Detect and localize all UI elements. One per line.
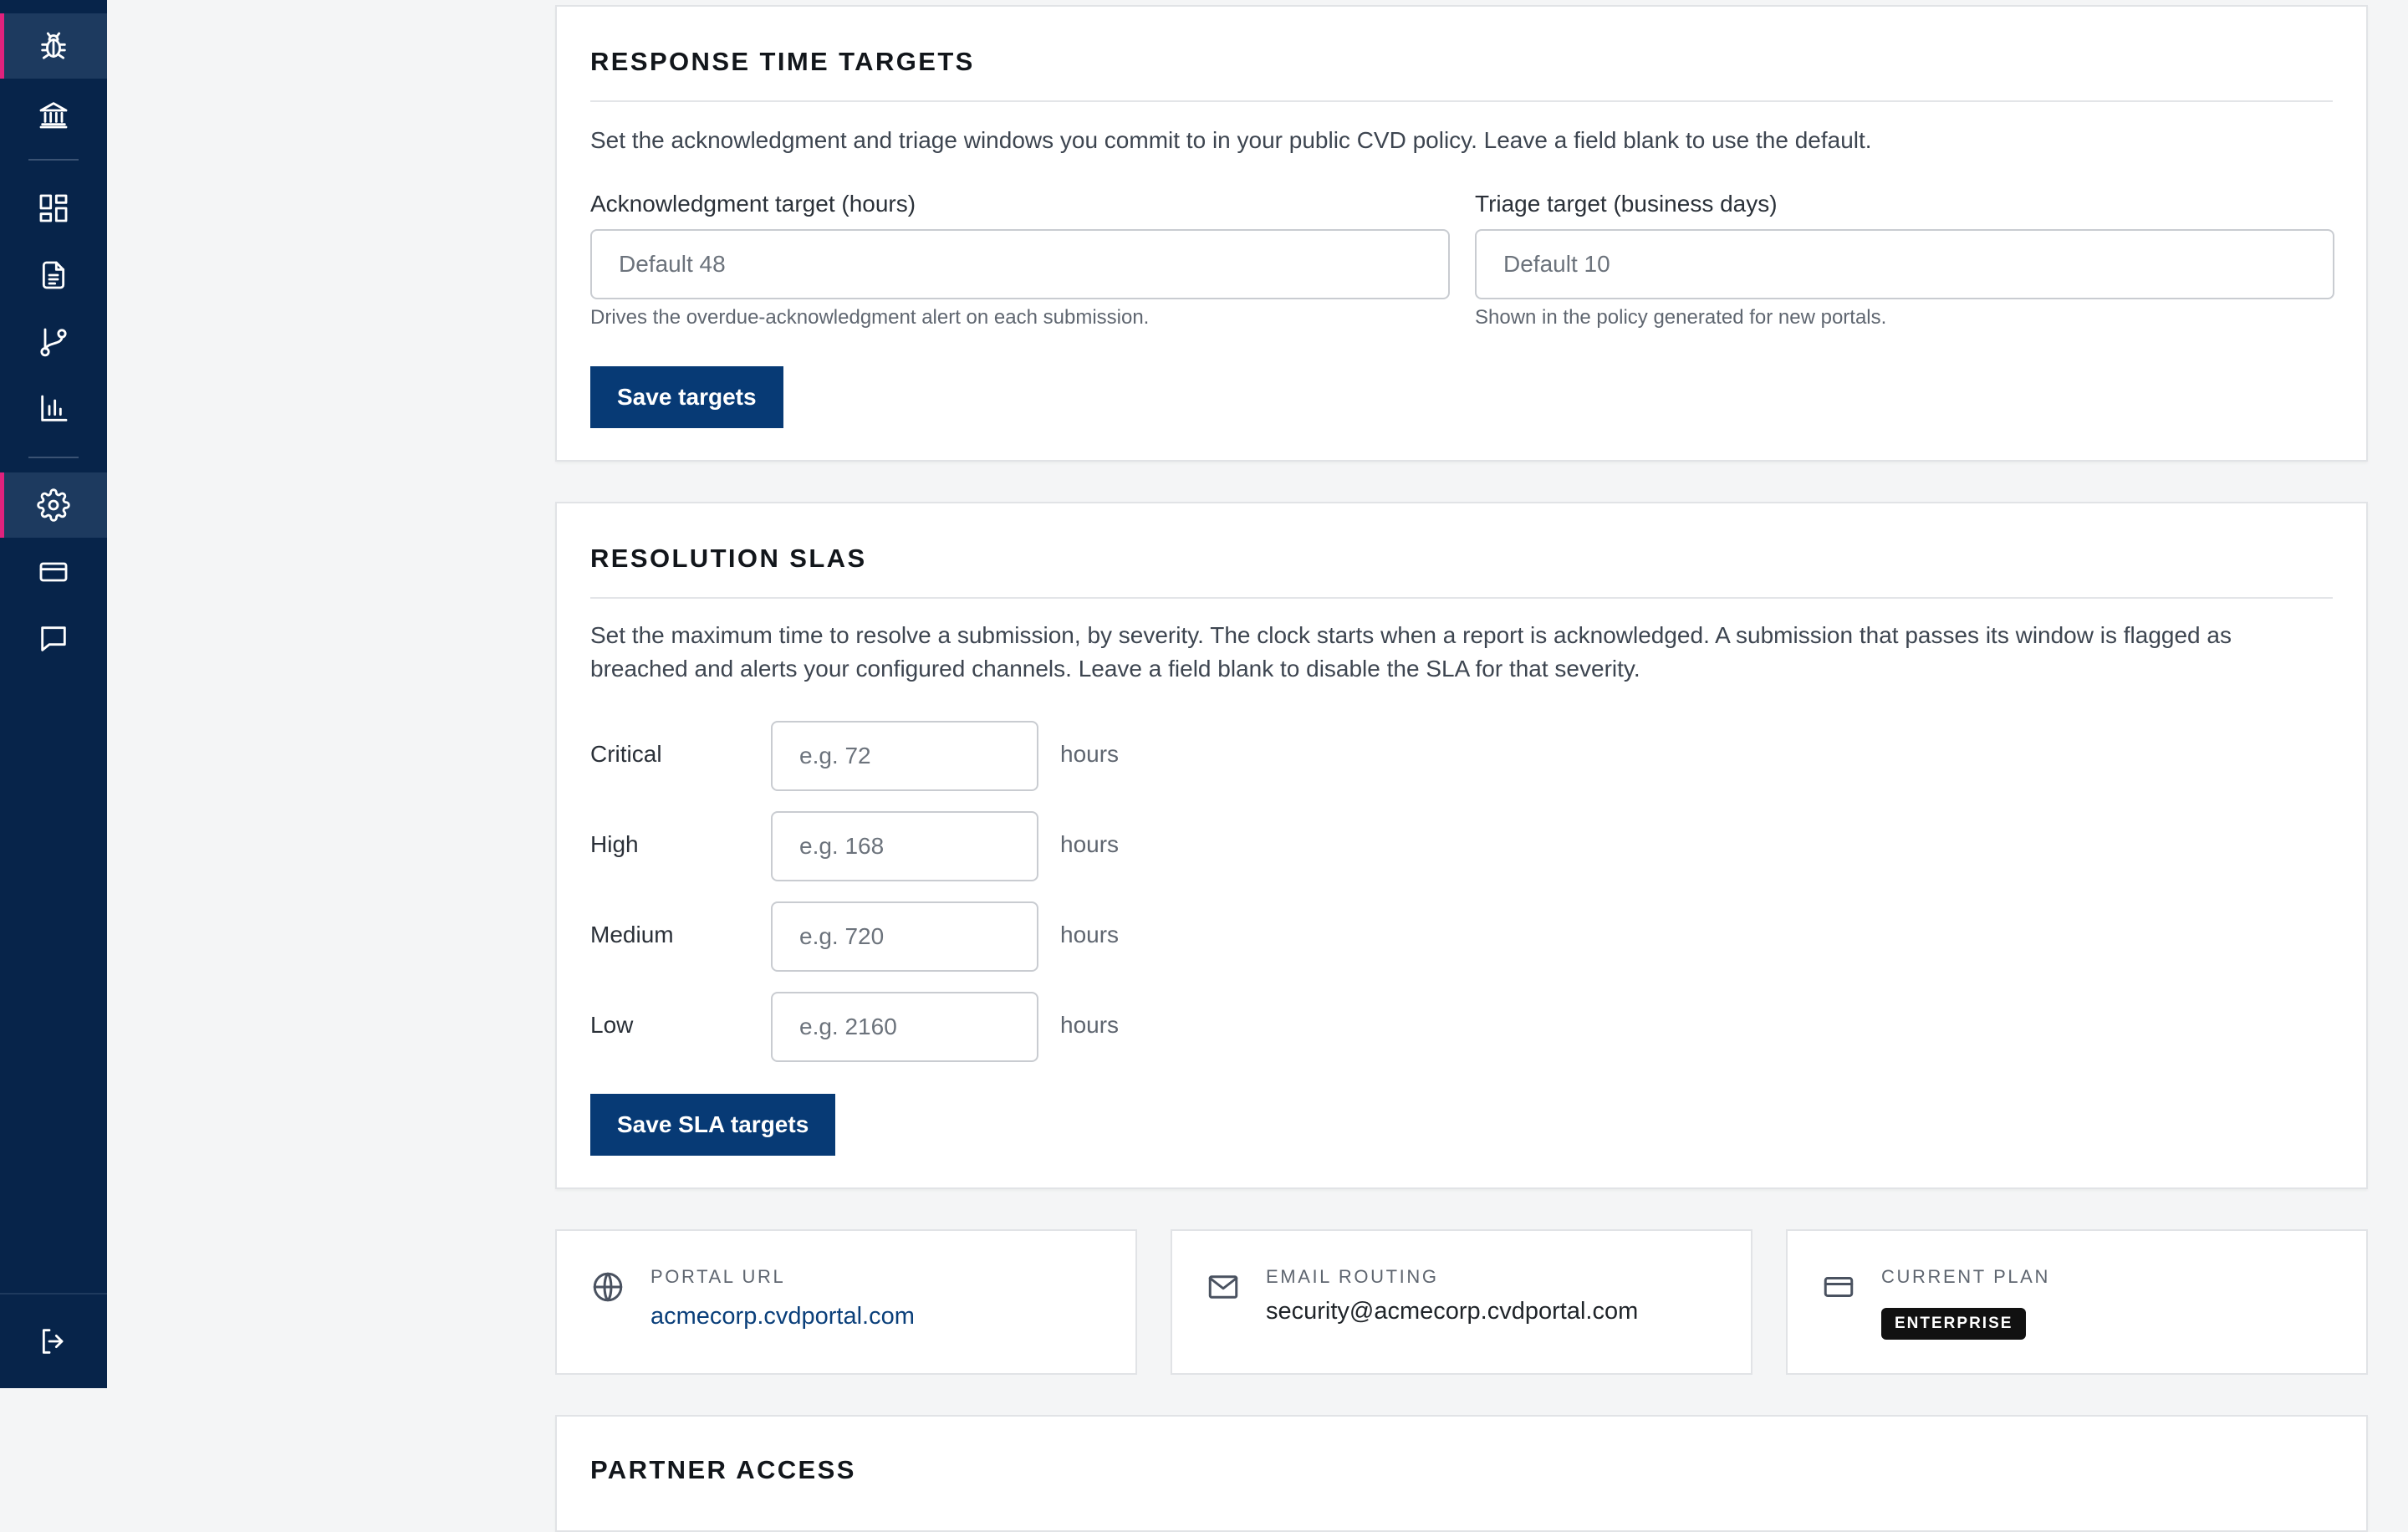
section-title: RESOLUTION SLAS <box>590 544 867 573</box>
email-routing-label: EMAIL ROUTING <box>1266 1266 1439 1287</box>
sidebar-item-organization[interactable] <box>0 82 107 147</box>
credit-card-icon <box>39 562 68 582</box>
sla-critical-unit: hours <box>1060 741 1120 767</box>
triage-target-input[interactable] <box>1475 229 2334 299</box>
section-description: Set the maximum time to resolve a submis… <box>590 622 2232 682</box>
section-divider <box>590 100 2333 102</box>
mail-icon <box>1206 1269 1241 1305</box>
sidebar-item-logout[interactable] <box>0 1309 107 1374</box>
email-routing-card: EMAIL ROUTING security@acmecorp.cvdporta… <box>1171 1229 1752 1375</box>
logout-icon <box>42 1329 64 1354</box>
sla-medium-unit: hours <box>1060 922 1120 947</box>
sidebar-divider <box>0 1293 107 1295</box>
sidebar <box>0 0 107 1388</box>
sidebar-item-messages[interactable] <box>0 606 107 672</box>
resolution-slas-card: RESOLUTION SLAS Set the maximum time to … <box>555 502 2368 1189</box>
sidebar-divider <box>28 457 79 458</box>
sla-low-unit: hours <box>1060 1012 1120 1038</box>
sla-high-label: High <box>590 831 639 857</box>
bug-icon <box>41 32 66 59</box>
sidebar-item-dashboard[interactable] <box>0 176 107 241</box>
portal-url-link[interactable]: acmecorp.cvdportal.com <box>650 1303 915 1330</box>
sidebar-divider <box>28 159 79 161</box>
sla-high-unit: hours <box>1060 831 1120 857</box>
sidebar-item-integrations[interactable] <box>0 309 107 375</box>
gear-icon <box>37 488 70 522</box>
sidebar-item-submissions[interactable] <box>0 13 107 79</box>
email-routing-value: security@acmecorp.cvdportal.com <box>1266 1298 1639 1325</box>
document-icon <box>42 261 65 289</box>
save-sla-targets-button[interactable]: Save SLA targets <box>590 1094 836 1156</box>
current-plan-card: CURRENT PLAN ENTERPRISE <box>1786 1229 2368 1375</box>
credit-card-icon <box>1821 1269 1856 1305</box>
save-targets-button[interactable]: Save targets <box>590 366 783 428</box>
sla-low-label: Low <box>590 1012 634 1038</box>
portal-url-label: PORTAL URL <box>650 1266 786 1287</box>
chat-icon <box>41 626 66 651</box>
current-plan-label: CURRENT PLAN <box>1881 1266 2050 1287</box>
sla-low-input[interactable] <box>771 992 1038 1062</box>
sla-high-input[interactable] <box>771 811 1038 881</box>
sidebar-item-settings[interactable] <box>0 472 107 538</box>
section-title: RESPONSE TIME TARGETS <box>590 47 975 76</box>
partner-access-card: PARTNER ACCESS <box>555 1415 2368 1532</box>
sla-critical-label: Critical <box>590 741 662 767</box>
acknowledgment-target-help: Drives the overdue-acknowledgment alert … <box>590 306 1150 329</box>
sidebar-item-billing[interactable] <box>0 539 107 605</box>
section-description: Set the acknowledgment and triage window… <box>590 127 1872 153</box>
sidebar-item-reports[interactable] <box>0 243 107 308</box>
git-branch-icon <box>40 328 67 357</box>
acknowledgment-target-label: Acknowledgment target (hours) <box>590 191 916 217</box>
triage-target-help: Shown in the policy generated for new po… <box>1475 306 1887 329</box>
sidebar-item-analytics[interactable] <box>0 376 107 442</box>
globe-icon <box>590 1269 625 1305</box>
triage-target-label: Triage target (business days) <box>1475 191 1778 217</box>
sla-medium-label: Medium <box>590 922 674 947</box>
plan-badge: ENTERPRISE <box>1881 1308 2027 1340</box>
bar-chart-icon <box>41 395 68 421</box>
sla-critical-input[interactable] <box>771 721 1038 791</box>
section-divider <box>590 597 2333 599</box>
dashboard-icon <box>39 194 68 222</box>
bank-icon <box>39 102 68 129</box>
sla-medium-input[interactable] <box>771 901 1038 972</box>
portal-url-card: PORTAL URL acmecorp.cvdportal.com <box>555 1229 1137 1375</box>
section-title: PARTNER ACCESS <box>590 1455 856 1484</box>
response-time-targets-card: RESPONSE TIME TARGETS Set the acknowledg… <box>555 5 2368 462</box>
acknowledgment-target-input[interactable] <box>590 229 1450 299</box>
